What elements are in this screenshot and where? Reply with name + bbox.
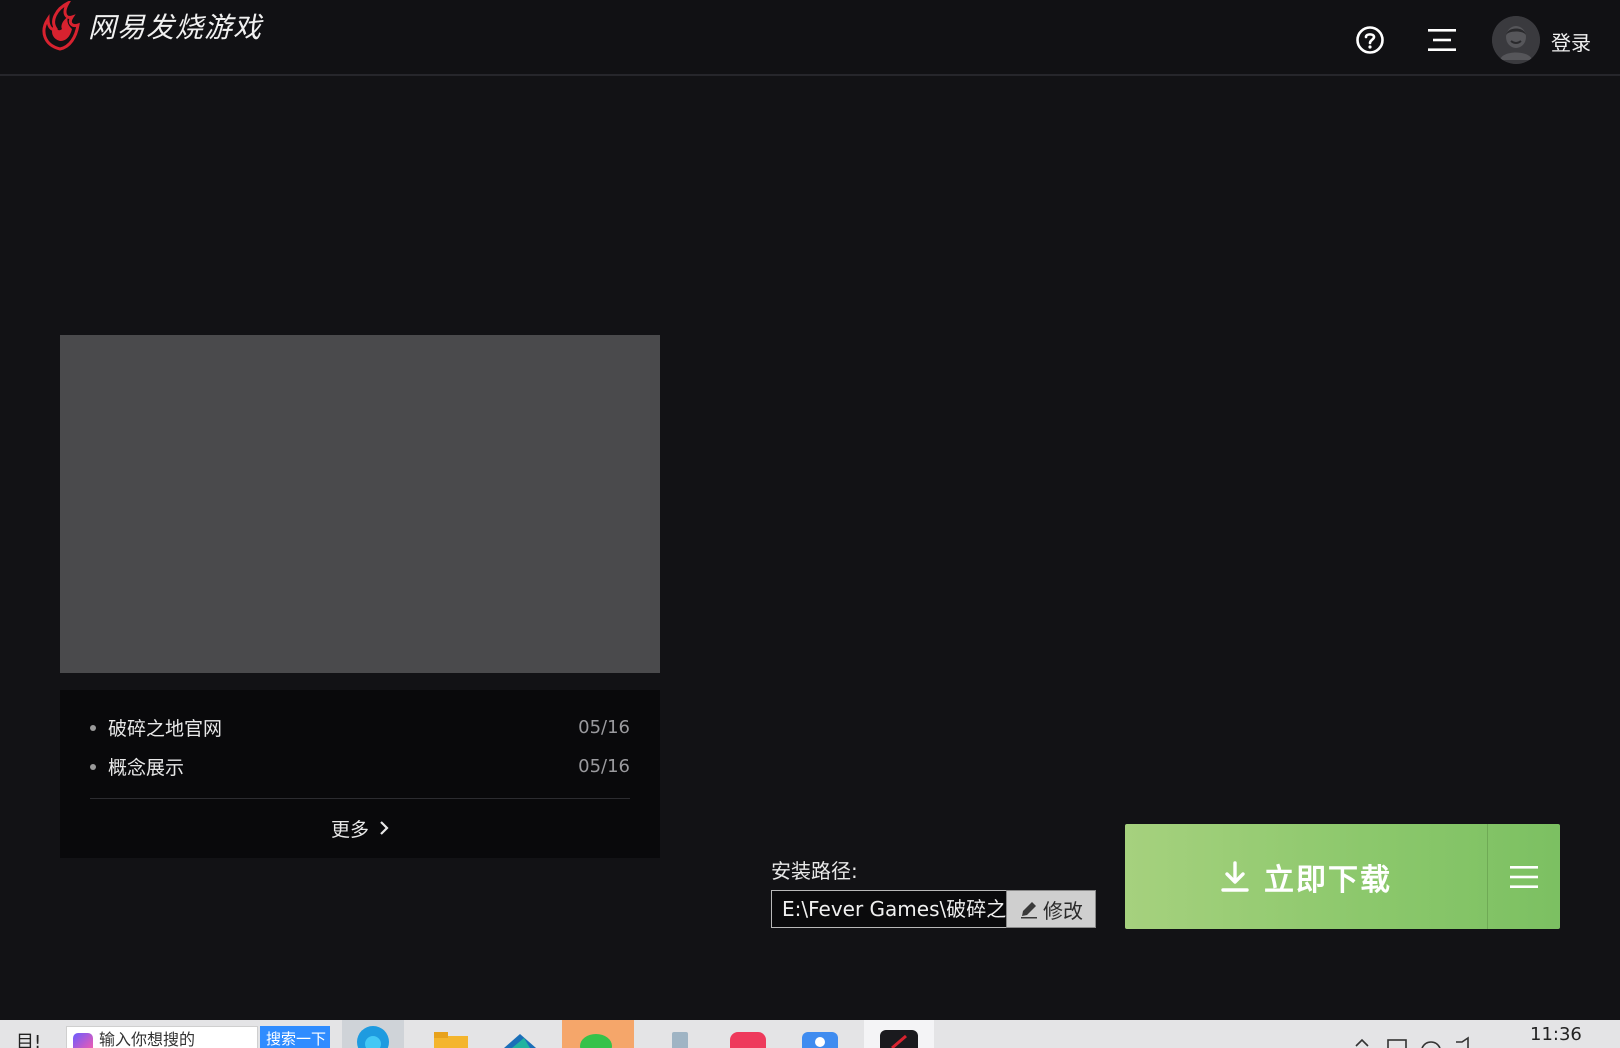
taskbar-start-text[interactable]: 目! bbox=[16, 1028, 41, 1048]
chat-app-icon bbox=[802, 1032, 838, 1048]
taskbar-app-chat[interactable] bbox=[790, 1020, 850, 1048]
media-banner-placeholder bbox=[60, 335, 660, 673]
news-item[interactable]: 概念展示 05/16 bbox=[90, 747, 630, 786]
ai-assistant-icon bbox=[73, 1033, 93, 1048]
taskbar-app-bird[interactable] bbox=[490, 1020, 550, 1048]
wechat-icon bbox=[580, 1034, 612, 1048]
taskbar-app-netease-fever[interactable] bbox=[864, 1020, 934, 1048]
taskbar-app-file-explorer[interactable] bbox=[420, 1020, 480, 1048]
download-now-button[interactable]: 立即下载 bbox=[1125, 824, 1487, 929]
music-app-icon bbox=[730, 1032, 766, 1048]
news-item[interactable]: 破碎之地官网 05/16 bbox=[90, 708, 630, 747]
phone-icon bbox=[672, 1032, 688, 1048]
news-list: 破碎之地官网 05/16 概念展示 05/16 bbox=[90, 708, 630, 786]
menu-icon bbox=[1428, 29, 1456, 51]
folder-icon bbox=[434, 1032, 468, 1048]
news-panel: 破碎之地官网 05/16 概念展示 05/16 更多 bbox=[60, 690, 660, 858]
chevron-right-icon bbox=[380, 821, 389, 835]
download-options-button[interactable] bbox=[1488, 824, 1560, 929]
modify-path-button[interactable]: 修改 bbox=[1006, 890, 1096, 928]
taskbar-app-phone[interactable] bbox=[650, 1020, 710, 1048]
app-header: 网易发烧游戏 登录 bbox=[0, 0, 1620, 76]
download-arrow-icon bbox=[1221, 860, 1249, 892]
help-circle-icon bbox=[1356, 26, 1384, 54]
download-label: 立即下载 bbox=[1264, 862, 1392, 898]
menu-icon bbox=[1510, 865, 1538, 888]
news-title: 破碎之地官网 bbox=[108, 718, 223, 740]
news-more-link[interactable]: 更多 bbox=[60, 808, 660, 848]
flame-logo-icon bbox=[42, 1, 80, 51]
main-menu-button[interactable] bbox=[1424, 22, 1460, 58]
taskbar-clock: 11:36 bbox=[1530, 1024, 1582, 1045]
news-more-label: 更多 bbox=[330, 818, 369, 841]
user-avatar[interactable] bbox=[1492, 16, 1540, 64]
taskbar-search-placeholder: 输入你想搜的 bbox=[99, 1030, 196, 1048]
logo-text: 网易发烧游戏 bbox=[88, 11, 263, 44]
news-title: 概念展示 bbox=[108, 757, 185, 779]
bullet-dot bbox=[90, 763, 96, 770]
help-button[interactable] bbox=[1352, 22, 1388, 58]
download-button-group: 立即下载 bbox=[1125, 824, 1560, 929]
taskbar-search-button[interactable]: 搜索一下 bbox=[260, 1026, 330, 1048]
taskbar-app-browser[interactable] bbox=[342, 1020, 404, 1048]
news-divider bbox=[90, 798, 630, 799]
user-avatar-icon bbox=[1492, 16, 1540, 64]
bullet-dot bbox=[90, 724, 96, 731]
news-date: 05/16 bbox=[578, 756, 630, 777]
browser-icon bbox=[357, 1026, 389, 1048]
login-link[interactable]: 登录 bbox=[1551, 27, 1591, 56]
netease-fever-app-icon bbox=[880, 1030, 918, 1048]
netease-fever-logo[interactable]: 网易发烧游戏 bbox=[38, 0, 262, 52]
bird-app-icon bbox=[504, 1034, 536, 1048]
taskbar-app-wechat[interactable] bbox=[562, 1020, 634, 1048]
install-path-field[interactable]: E:\Fever Games\破碎之 bbox=[771, 890, 1007, 928]
taskbar-search-input[interactable]: 输入你想搜的 bbox=[66, 1026, 258, 1048]
news-date: 05/16 bbox=[578, 717, 630, 738]
modify-label: 修改 bbox=[1043, 898, 1083, 923]
install-path-label: 安装路径: bbox=[771, 859, 858, 883]
taskbar-app-music[interactable] bbox=[718, 1020, 778, 1048]
pencil-icon bbox=[1021, 902, 1037, 919]
windows-taskbar: 目! 输入你想搜的 搜索一下 11:36 bbox=[0, 1020, 1620, 1048]
system-tray-icons bbox=[1355, 1036, 1469, 1048]
